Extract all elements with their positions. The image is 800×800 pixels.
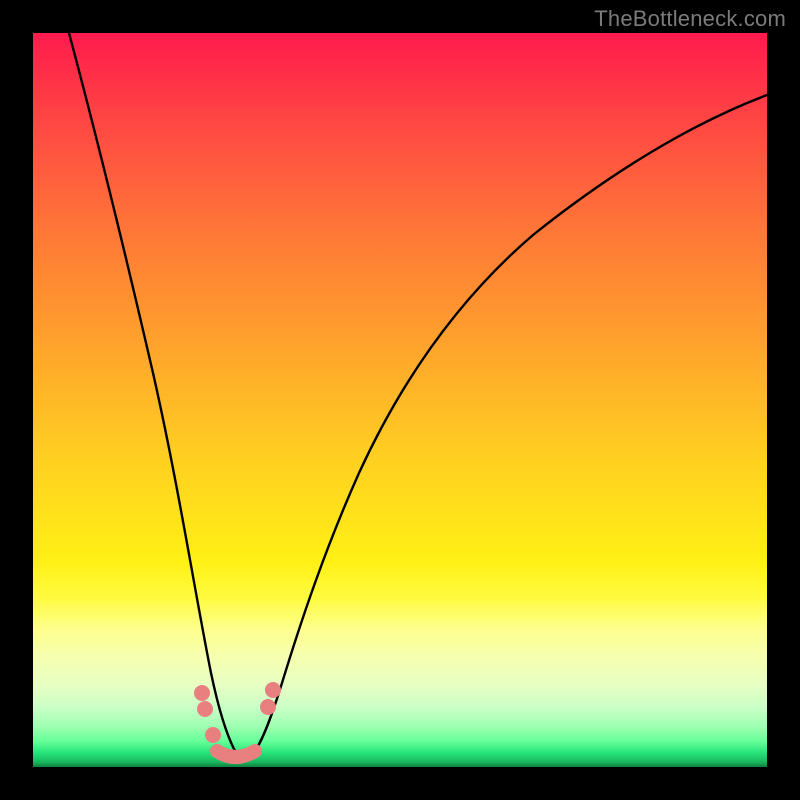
highlight-dot [197, 701, 213, 717]
plot-area [33, 33, 767, 767]
highlight-dot [260, 699, 276, 715]
highlight-dot [265, 682, 281, 698]
highlight-dot [194, 685, 210, 701]
highlight-bottom-segment [217, 751, 255, 757]
chart-frame: TheBottleneck.com [0, 0, 800, 800]
watermark-text: TheBottleneck.com [594, 6, 786, 32]
curve-layer [33, 33, 767, 767]
bottleneck-curve [69, 33, 767, 759]
highlight-dot [205, 727, 221, 743]
